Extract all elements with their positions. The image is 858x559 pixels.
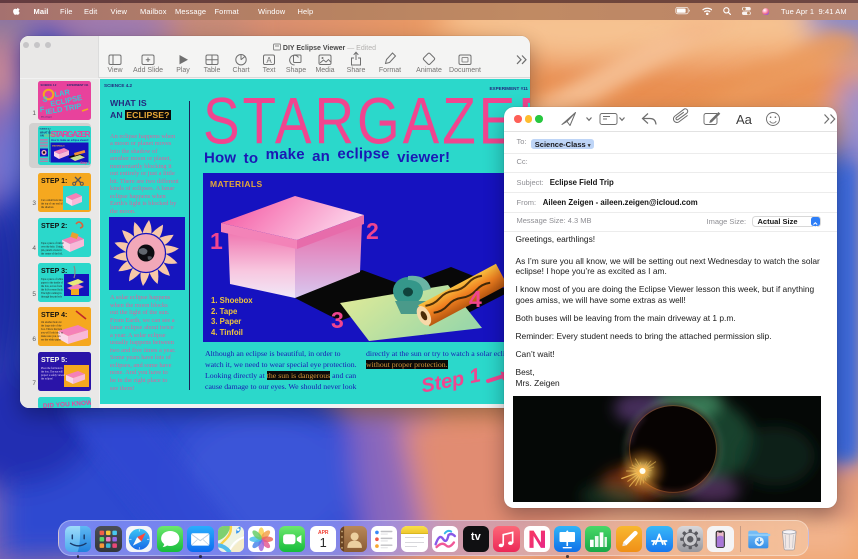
svg-text:STEP 1:: STEP 1:	[41, 178, 67, 185]
svg-text:through the pin hole: through the pin hole	[41, 295, 63, 298]
svg-text:MATERIALS: MATERIALS	[52, 145, 65, 148]
svg-text:Mrs Zeigen: Mrs Zeigen	[41, 116, 53, 119]
svg-text:4: 4	[469, 286, 482, 312]
svg-text:1: 1	[210, 228, 223, 254]
svg-text:see the white paper: see the white paper	[41, 339, 61, 342]
svg-text:SCIENCE 4.2: SCIENCE 4.2	[40, 127, 51, 130]
svg-text:the eclipse!: the eclipse!	[41, 377, 53, 380]
svg-text:the shoebox.: the shoebox.	[41, 206, 54, 209]
svg-text:SCIENCE 4.2: SCIENCE 4.2	[41, 83, 57, 87]
svg-text:STEP 4:: STEP 4:	[41, 312, 67, 319]
svg-text:A: A	[266, 56, 272, 65]
svg-text:the center of the foil.: the center of the foil.	[41, 252, 63, 255]
svg-text:STEP 5:: STEP 5:	[41, 357, 67, 364]
svg-text:STEP 3:: STEP 3:	[41, 268, 67, 275]
svg-text:Step 1: Step 1	[80, 161, 90, 165]
svg-text:3: 3	[331, 307, 344, 333]
svg-text:How to make an eclipse viewer!: How to make an eclipse viewer!	[51, 139, 89, 142]
svg-text:2: 2	[366, 218, 379, 244]
svg-text:EXPERIMENT #11: EXPERIMENT #11	[67, 83, 89, 87]
svg-text:1: 1	[319, 535, 326, 550]
svg-text:STEP 2:: STEP 2:	[41, 223, 67, 230]
svg-text:STARGAZER: STARGAZER	[51, 130, 91, 139]
svg-text:S: S	[42, 94, 49, 104]
svg-text:DID YOU KNOW: DID YOU KNOW	[43, 399, 91, 408]
